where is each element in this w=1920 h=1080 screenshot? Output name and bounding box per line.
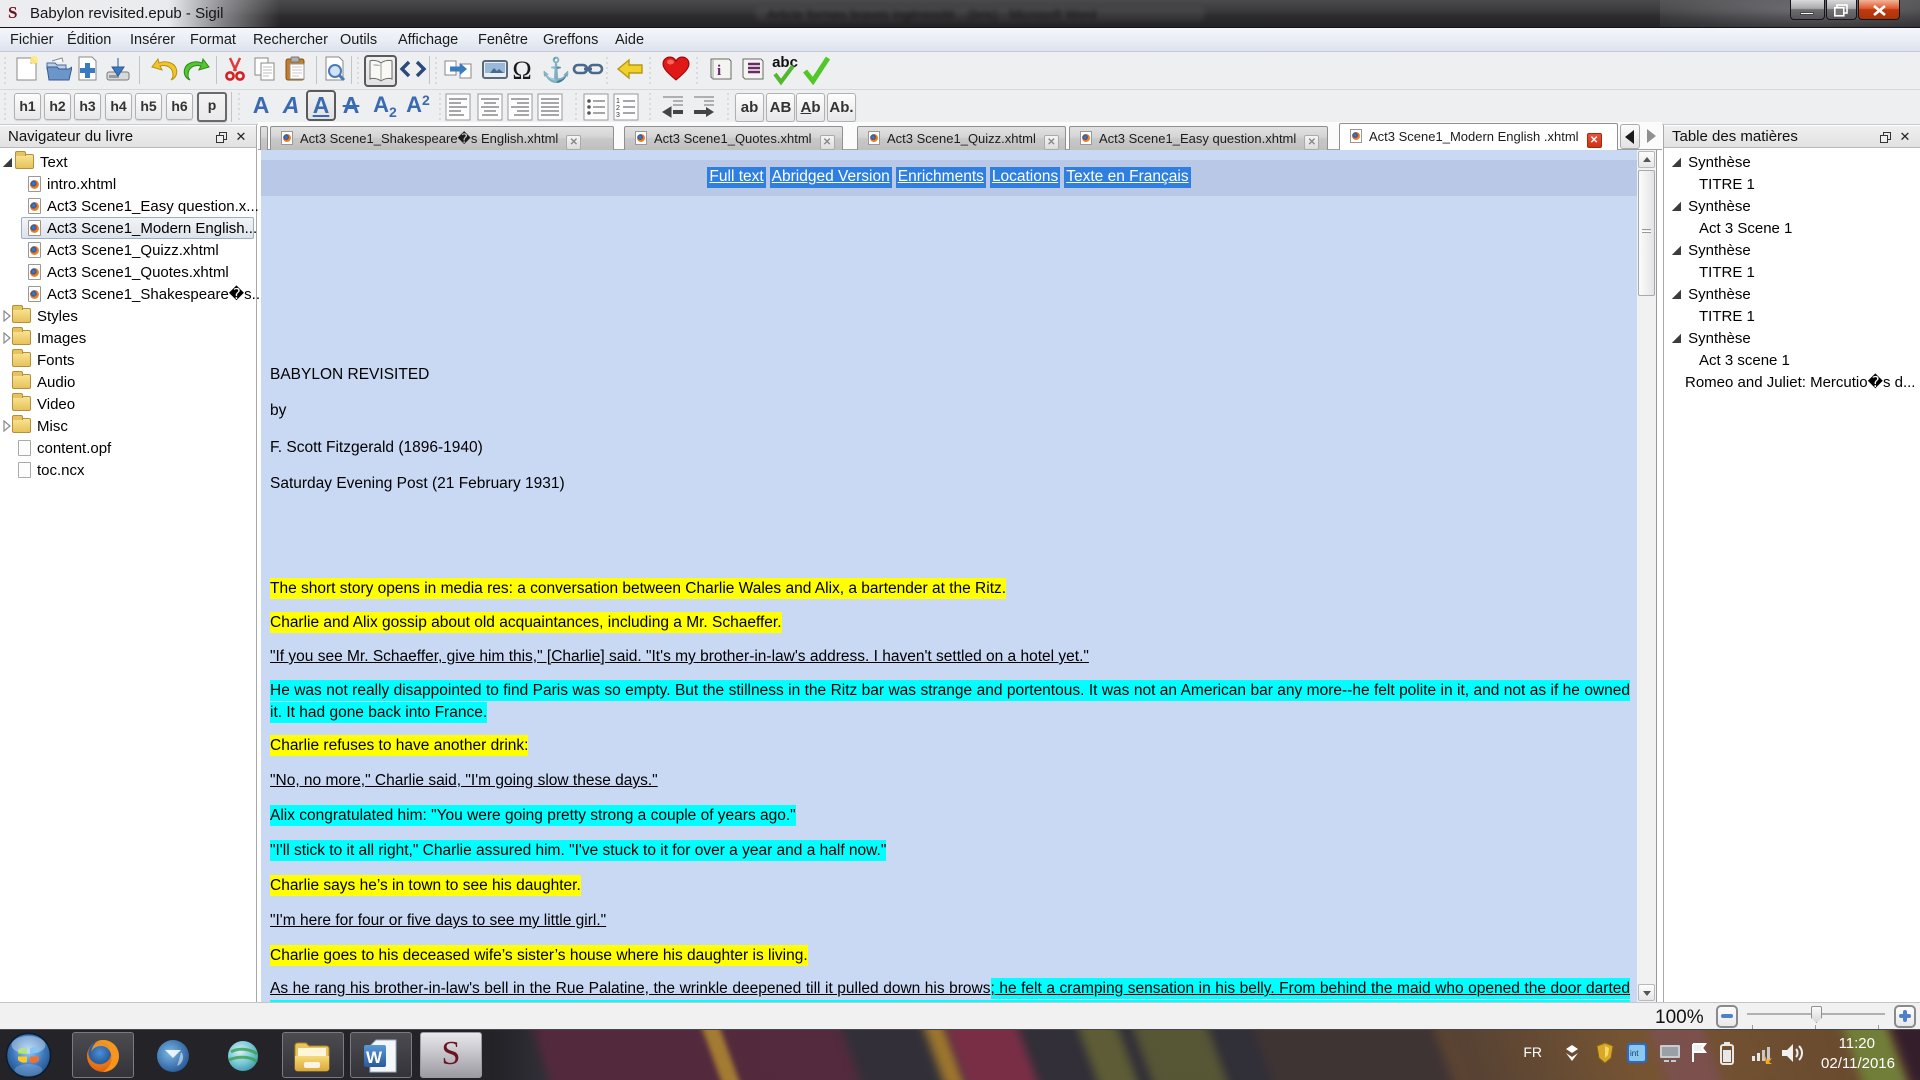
svg-text:W: W	[366, 1048, 383, 1067]
svg-text:1: 1	[616, 98, 620, 105]
svg-text:i: i	[717, 63, 721, 79]
svg-text:S: S	[8, 3, 17, 21]
svg-text:int: int	[1630, 1049, 1639, 1058]
svg-text:2: 2	[616, 105, 620, 112]
svg-text:3: 3	[616, 112, 620, 119]
